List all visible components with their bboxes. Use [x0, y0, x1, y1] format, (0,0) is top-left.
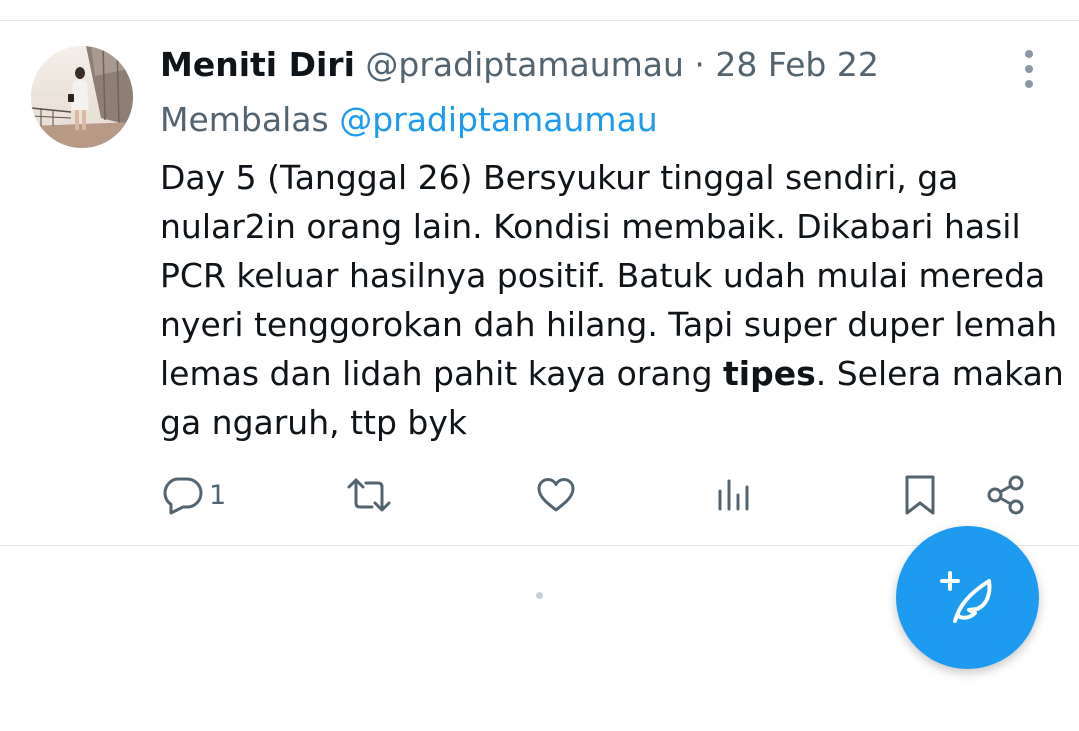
bookmark-icon — [905, 475, 935, 515]
retweet-icon — [347, 478, 391, 512]
tweet-text: Day 5 (Tanggal 26) Bersyukur tinggal sen… — [160, 153, 1064, 447]
reply-button[interactable]: 1 — [161, 470, 226, 520]
tweet-text-line: Day 5 (Tanggal 26) Bersyukur tinggal sen… — [160, 158, 959, 197]
share-button[interactable] — [985, 470, 1027, 520]
reply-count: 1 — [209, 479, 227, 511]
compose-button[interactable] — [896, 526, 1039, 669]
tweet-text-line: nyeri tenggorokan dah hilang. Tapi super… — [160, 305, 1058, 344]
share-icon — [987, 475, 1024, 515]
more-vertical-icon-dot — [1025, 80, 1033, 88]
more-vertical-icon — [1025, 50, 1033, 58]
more-vertical-icon-dot — [1025, 65, 1033, 73]
tweet-text-line: PCR keluar hasilnya positif. Batuk udah … — [160, 256, 1046, 295]
views-button[interactable] — [716, 470, 752, 520]
tweet-text-line: nular2in orang lain. Kondisi membaik. Di… — [160, 207, 1021, 246]
tweet-text-bold: tipes — [723, 354, 816, 393]
replying-to: Membalas @pradiptamaumau — [160, 97, 658, 143]
bookmark-button[interactable] — [902, 470, 938, 520]
like-button[interactable] — [535, 470, 577, 520]
tweet-detail-screen: Meniti Diri @pradiptamaumau · 28 Feb 22 … — [0, 0, 1079, 731]
tweet-text-segment: . Selera makan — [815, 354, 1064, 393]
display-name[interactable]: Meniti Diri — [160, 45, 355, 84]
loading-indicator — [536, 592, 543, 599]
analytics-bars-icon — [718, 479, 749, 511]
tweet-text-segment: lemas dan lidah pahit kaya orang — [160, 354, 724, 393]
compose-feather-icon — [939, 570, 991, 623]
more-options-button[interactable] — [1012, 48, 1046, 90]
tweet-text-line: lemas dan lidah pahit kaya orang tipes. … — [160, 349, 1064, 398]
reply-mention-link[interactable]: @pradiptamaumau — [339, 100, 658, 139]
top-divider — [0, 20, 1079, 21]
retweet-button[interactable] — [346, 470, 392, 520]
header-separator: · — [694, 45, 705, 84]
heart-icon — [537, 478, 575, 512]
reply-prefix: Membalas — [160, 100, 329, 139]
tweet-text-line: ga ngaruh, ttp byk — [160, 403, 468, 442]
avatar-photo — [31, 46, 133, 148]
reply-bubble-icon — [163, 477, 203, 515]
user-handle[interactable]: @pradiptamaumau — [365, 45, 684, 84]
avatar[interactable] — [31, 46, 133, 148]
tweet-date[interactable]: 28 Feb 22 — [715, 45, 878, 84]
tweet-header: Meniti Diri @pradiptamaumau · 28 Feb 22 — [160, 42, 879, 88]
